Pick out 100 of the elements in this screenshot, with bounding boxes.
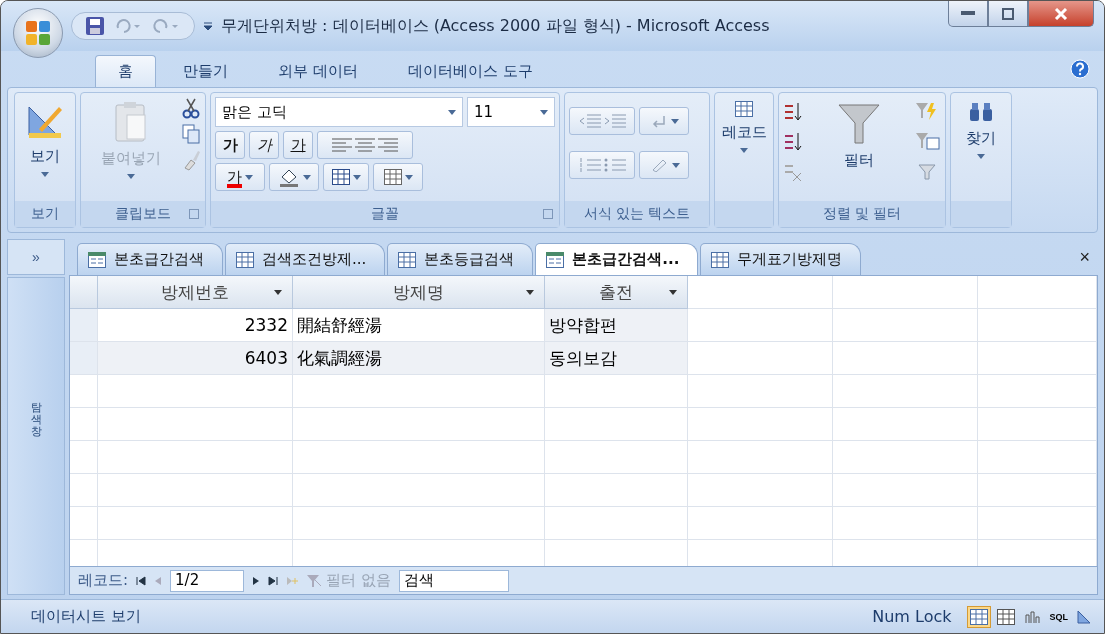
group-label: 서식 있는 텍스트	[583, 205, 691, 223]
caret-icon	[740, 148, 748, 153]
close-document-button[interactable]: ×	[1079, 247, 1090, 268]
table-cell: 6403	[98, 342, 293, 375]
column-header[interactable]: 출전	[545, 276, 688, 309]
table-cell: 開結舒經湯	[293, 309, 545, 342]
caret-icon	[127, 174, 135, 179]
caret-icon	[302, 174, 311, 180]
paint-bucket-icon	[277, 167, 300, 187]
tab-label: 검색조건방제...	[262, 250, 367, 269]
table-cell: 化氣調經湯	[293, 342, 545, 375]
column-header[interactable]: 방제번호	[98, 276, 293, 309]
dropdown-caret-icon	[540, 109, 548, 115]
binoculars-icon	[968, 101, 994, 123]
sql-view-button[interactable]: SQL	[1046, 605, 1071, 628]
gridlines-button[interactable]	[323, 163, 369, 191]
datasheet-icon	[970, 608, 989, 625]
status-text: 데이터시트 보기	[31, 607, 142, 626]
caret-icon	[671, 162, 680, 168]
help-icon[interactable]	[1070, 59, 1090, 79]
font-color-button[interactable]: 가	[215, 163, 265, 191]
dropdown-caret-icon[interactable]	[274, 290, 282, 295]
group-label: 클립보드	[115, 205, 171, 223]
triangle-ruler-icon	[1077, 609, 1093, 624]
caret-icon	[245, 174, 253, 180]
alternate-rows-icon	[383, 169, 402, 185]
document-tab[interactable]: 검색조건방제...	[225, 243, 386, 275]
document-tab[interactable]: 무게표기방제명	[700, 243, 862, 275]
minimize-button[interactable]	[948, 1, 988, 27]
ribbon-tab[interactable]: 데이터베이스 도구	[384, 55, 556, 87]
nav-pane-label: 탐색 창	[30, 402, 42, 441]
font-name-value: 맑은 고딕	[222, 102, 287, 122]
tab-label: 무게표기방제명	[737, 250, 843, 269]
funnel-icon	[837, 101, 881, 145]
expand-nav-button[interactable]: »	[7, 239, 65, 275]
view-button[interactable]: 보기	[19, 97, 71, 197]
tab-label: 본초등급검색	[424, 250, 515, 269]
dropdown-caret-icon[interactable]	[526, 290, 534, 295]
redo-icon	[152, 18, 180, 34]
alternate-fill-button[interactable]	[373, 163, 423, 191]
minimize-icon	[961, 10, 975, 17]
align-right-icon	[378, 138, 398, 152]
group-footer	[951, 201, 1011, 227]
first-record-icon	[136, 575, 147, 586]
align-left-icon	[332, 138, 352, 152]
maximize-icon	[1002, 7, 1014, 20]
font-size-field[interactable]: 11	[467, 97, 555, 127]
record-label: 레코드:	[78, 571, 129, 590]
table-icon	[711, 251, 730, 268]
column-header[interactable]: 방제명	[293, 276, 545, 309]
pivot-table-icon	[997, 608, 1016, 625]
maximize-button[interactable]	[988, 1, 1028, 27]
num-lock-indicator: Num Lock	[872, 607, 952, 626]
decrease-indent-icon	[578, 113, 601, 129]
form-icon	[88, 251, 106, 268]
document-tab[interactable]: 본초급간검색	[77, 243, 223, 275]
group-label: 보기	[31, 205, 59, 223]
current-record-field[interactable]: 1/2	[170, 569, 245, 592]
dropdown-caret-icon[interactable]	[669, 290, 677, 295]
dropdown-caret-icon	[448, 109, 456, 115]
sort-descending-icon	[783, 131, 803, 153]
records-icon	[735, 101, 753, 117]
close-button[interactable]	[1028, 1, 1094, 27]
navigation-pane-bar[interactable]: 탐색 창	[7, 277, 65, 595]
scissors-icon	[181, 97, 201, 119]
underline-button[interactable]: 가	[283, 131, 313, 159]
save-icon	[86, 17, 104, 35]
tab-label: 본초급간검색...	[572, 250, 680, 269]
bold-button[interactable]: 가	[215, 131, 245, 159]
clipboard-icon	[113, 101, 149, 143]
font-size-value: 11	[474, 103, 494, 121]
italic-button[interactable]: 가	[249, 131, 279, 159]
form-icon	[546, 251, 565, 268]
office-logo-icon	[24, 19, 52, 47]
sort-ascending-icon	[783, 101, 803, 123]
new-record-icon	[286, 575, 299, 586]
font-name-field[interactable]: 맑은 고딕	[215, 97, 463, 127]
ribbon-tab[interactable]: 외부 데이터	[255, 55, 381, 87]
caret-icon	[404, 174, 413, 180]
document-tab[interactable]: 본초급간검색...	[535, 243, 699, 275]
caret-icon	[977, 154, 985, 159]
filter-button[interactable]: 필터	[807, 97, 911, 197]
ribbon-tab[interactable]: 홈	[95, 55, 156, 87]
ribbon-tab[interactable]: 만들기	[160, 55, 251, 87]
caret-icon	[670, 118, 679, 124]
chart-icon	[1024, 609, 1041, 624]
fill-color-button[interactable]	[269, 163, 319, 191]
caret-icon	[352, 174, 361, 180]
document-tab[interactable]: 본초등급검색	[387, 243, 534, 275]
caret-icon	[41, 172, 49, 177]
table-icon	[236, 251, 254, 268]
table-cell: 방약합편	[545, 309, 688, 342]
next-record-icon	[252, 575, 261, 586]
datasheet-view-button[interactable]	[967, 605, 992, 628]
table-cell: 2332	[98, 309, 293, 342]
office-button[interactable]	[13, 8, 63, 58]
group-label: 정렬 및 필터	[822, 205, 902, 223]
search-field[interactable]: 검색	[398, 569, 509, 592]
last-record-icon	[268, 575, 279, 586]
increase-indent-icon	[603, 113, 626, 129]
